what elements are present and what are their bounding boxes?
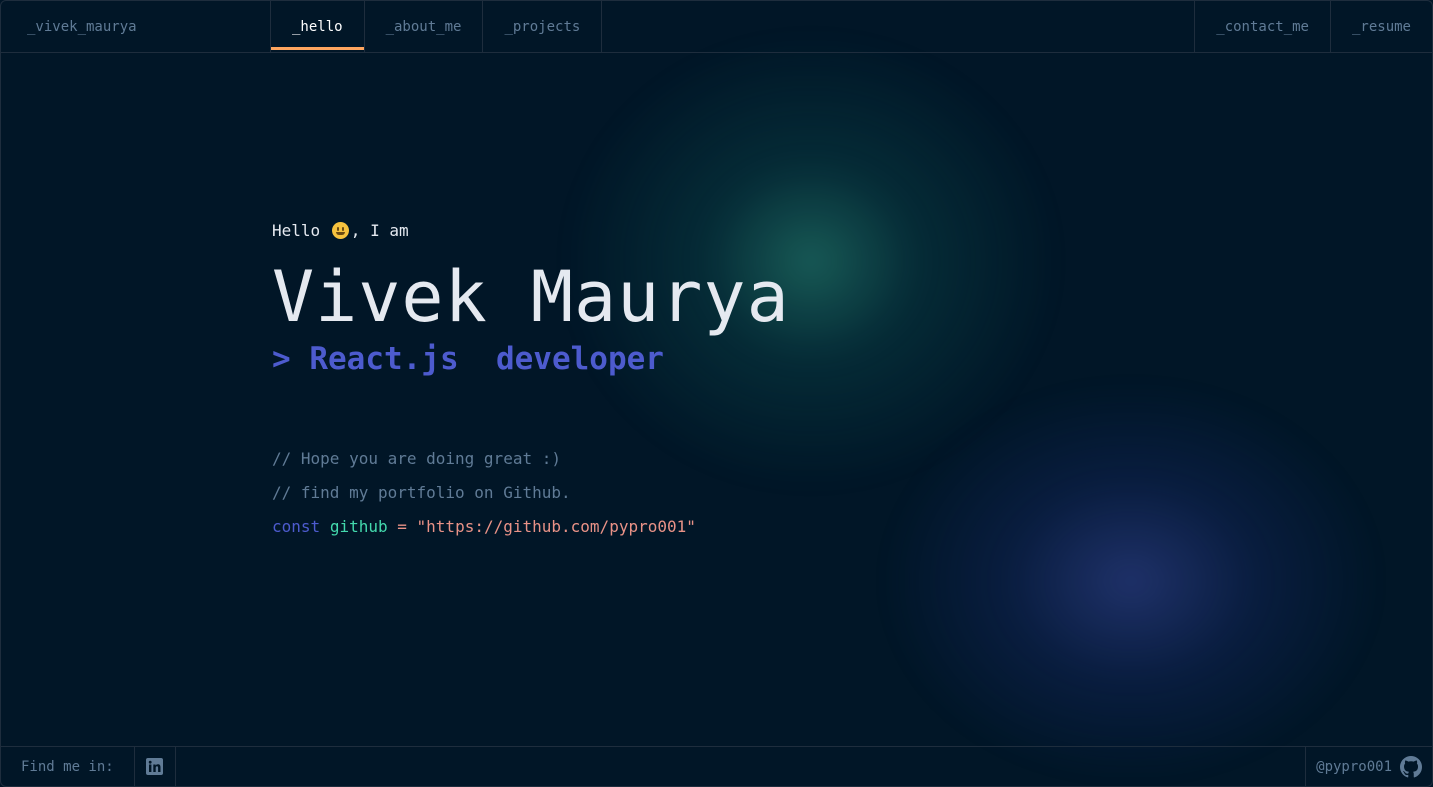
github-handle: @pypro001 <box>1316 758 1392 775</box>
code-operator: = <box>397 517 407 536</box>
emoji-grinning-icon <box>331 222 349 239</box>
linkedin-link[interactable] <box>135 747 176 786</box>
top-nav: _vivek_maurya _hello _about_me _projects… <box>1 1 1432 53</box>
nav-tab-hello[interactable]: _hello <box>271 1 365 52</box>
github-code-line: const github = "https://github.com/pypro… <box>272 517 696 536</box>
comment-line-2: // find my portfolio on Github. <box>272 483 571 502</box>
background-blue-glow <box>881 381 1381 781</box>
footer-bar: Find me in: @pypro001 <box>1 746 1432 786</box>
code-keyword: const <box>272 517 321 536</box>
hero-name: Vivek Maurya <box>272 256 790 338</box>
github-link[interactable]: "https://github.com/pypro001" <box>417 517 696 536</box>
nav-tab-resume[interactable]: _resume <box>1329 1 1432 52</box>
code-variable: github <box>329 517 388 536</box>
brand-name[interactable]: _vivek_maurya <box>1 1 271 52</box>
comment-line-1: // Hope you are doing great :) <box>272 449 561 468</box>
linkedin-icon <box>146 758 164 775</box>
nav-tab-projects[interactable]: _projects <box>483 1 603 52</box>
footer-spacer <box>176 747 1305 786</box>
greeting-prefix: Hello <box>272 221 330 240</box>
github-profile-link[interactable]: @pypro001 <box>1305 747 1432 786</box>
nav-tab-contact-me[interactable]: _contact_me <box>1194 1 1330 52</box>
app-window: _vivek_maurya _hello _about_me _projects… <box>0 0 1433 787</box>
find-me-label: Find me in: <box>1 747 135 786</box>
greeting-suffix: , I am <box>350 221 409 240</box>
greeting: Hello , I am <box>272 221 409 240</box>
github-icon <box>1400 755 1422 777</box>
hero-role: > React.js developer <box>272 341 664 377</box>
nav-tab-about-me[interactable]: _about_me <box>365 1 484 52</box>
